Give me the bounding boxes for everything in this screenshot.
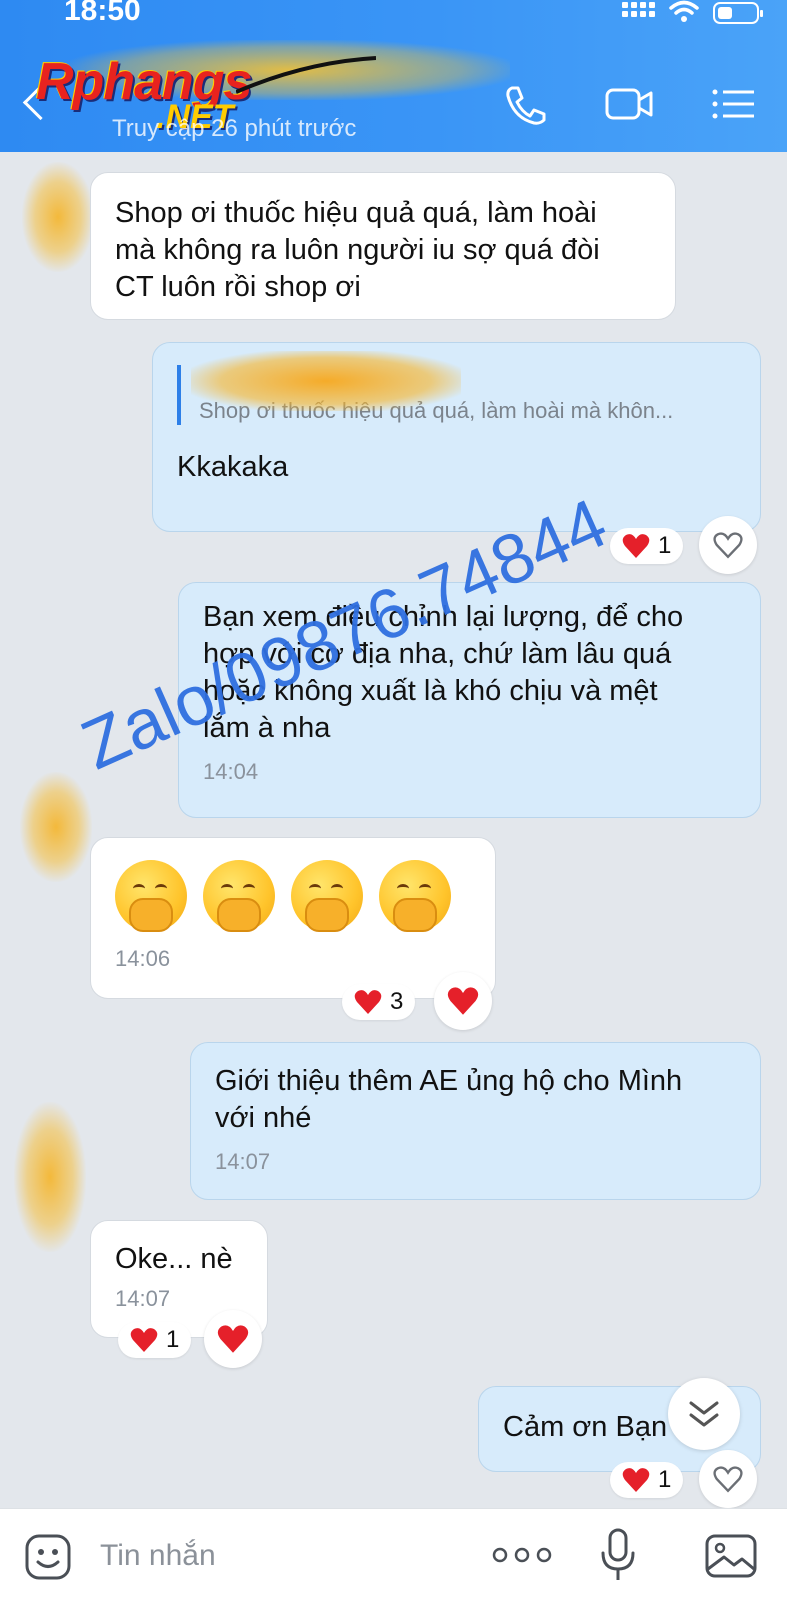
reaction-count-badge[interactable]: 3 [342,984,416,1020]
message-bubble-outgoing[interactable]: Shop ơi thuốc hiệu quả quá, làm hoài mà … [152,342,761,532]
reaction-count: 1 [658,1466,672,1493]
image-gallery-icon[interactable] [704,1533,758,1579]
cellular-signal-icon [622,2,655,17]
heart-filled-icon [447,987,479,1015]
reaction-count-badge[interactable]: 1 [610,528,684,564]
message-time: 14:06 [115,946,171,971]
chat-header: 18:50 Rphangs .NET Truy cập 26 phút trướ… [0,0,787,152]
video-call-icon[interactable] [605,82,653,126]
hand-over-mouth-emoji-icon [291,860,363,932]
react-button[interactable] [204,1310,262,1368]
message-text: Oke... nè [115,1243,233,1275]
heart-icon [622,534,650,558]
double-chevron-down-icon [689,1401,719,1427]
message-input[interactable] [98,1531,462,1581]
scroll-to-bottom-button[interactable] [668,1378,740,1450]
message-time: 14:07 [215,1149,271,1174]
message-bubble-outgoing[interactable]: Giới thiệu thêm AE ủng hộ cho Mình với n… [190,1042,761,1200]
heart-icon [354,990,382,1014]
heart-outline-icon [713,532,743,559]
more-options-icon[interactable] [492,1545,552,1565]
reaction-count-badge[interactable]: 1 [610,1462,684,1498]
message-input-bar [0,1508,787,1601]
menu-list-icon[interactable] [710,82,758,126]
message-bubble-incoming[interactable]: 14:06 [90,837,496,999]
react-button[interactable] [699,516,757,574]
hand-over-mouth-emoji-icon [115,860,187,932]
message-text: Giới thiệu thêm AE ủng hộ cho Mình với n… [215,1065,683,1134]
chat-area[interactable]: Shop ơi thuốc hiệu quả quá, làm hoài mà … [0,152,787,1508]
message-text: Shop ơi thuốc hiệu quả quá, làm hoài mà … [115,197,600,303]
battery-icon [713,2,763,24]
status-icons [622,0,763,26]
avatar[interactable] [22,162,94,272]
message-text: Kkakaka [177,451,289,483]
hand-over-mouth-emoji-icon [203,860,275,932]
emoji-row [115,860,471,932]
heart-icon [130,1328,158,1352]
quoted-name-redaction [191,351,461,411]
phone-call-icon[interactable] [500,82,548,126]
status-time: 18:50 [64,0,141,27]
avatar[interactable] [20,772,92,882]
message-time: 14:07 [115,1286,171,1311]
last-seen-status: Truy cập 26 phút trước [112,115,357,142]
react-button[interactable] [699,1450,757,1508]
microphone-icon[interactable] [598,1527,638,1583]
logo-swoosh [236,56,376,94]
hand-over-mouth-emoji-icon [379,860,451,932]
quoted-message[interactable]: Shop ơi thuốc hiệu quả quá, làm hoài mà … [177,351,736,425]
react-button[interactable] [434,972,492,1030]
heart-filled-icon [217,1325,249,1353]
heart-icon [622,1468,650,1492]
message-time: 14:04 [203,759,259,784]
sticker-icon[interactable] [24,1533,72,1581]
reaction-count: 1 [658,532,672,559]
avatar[interactable] [14,1102,86,1252]
wifi-icon [669,0,699,22]
message-bubble-incoming[interactable]: Shop ơi thuốc hiệu quả quá, làm hoài mà … [90,172,676,320]
reaction-count-badge[interactable]: 1 [118,1322,192,1358]
reaction-count: 3 [390,988,404,1015]
reaction-count: 1 [166,1326,180,1353]
heart-outline-icon [713,1466,743,1493]
